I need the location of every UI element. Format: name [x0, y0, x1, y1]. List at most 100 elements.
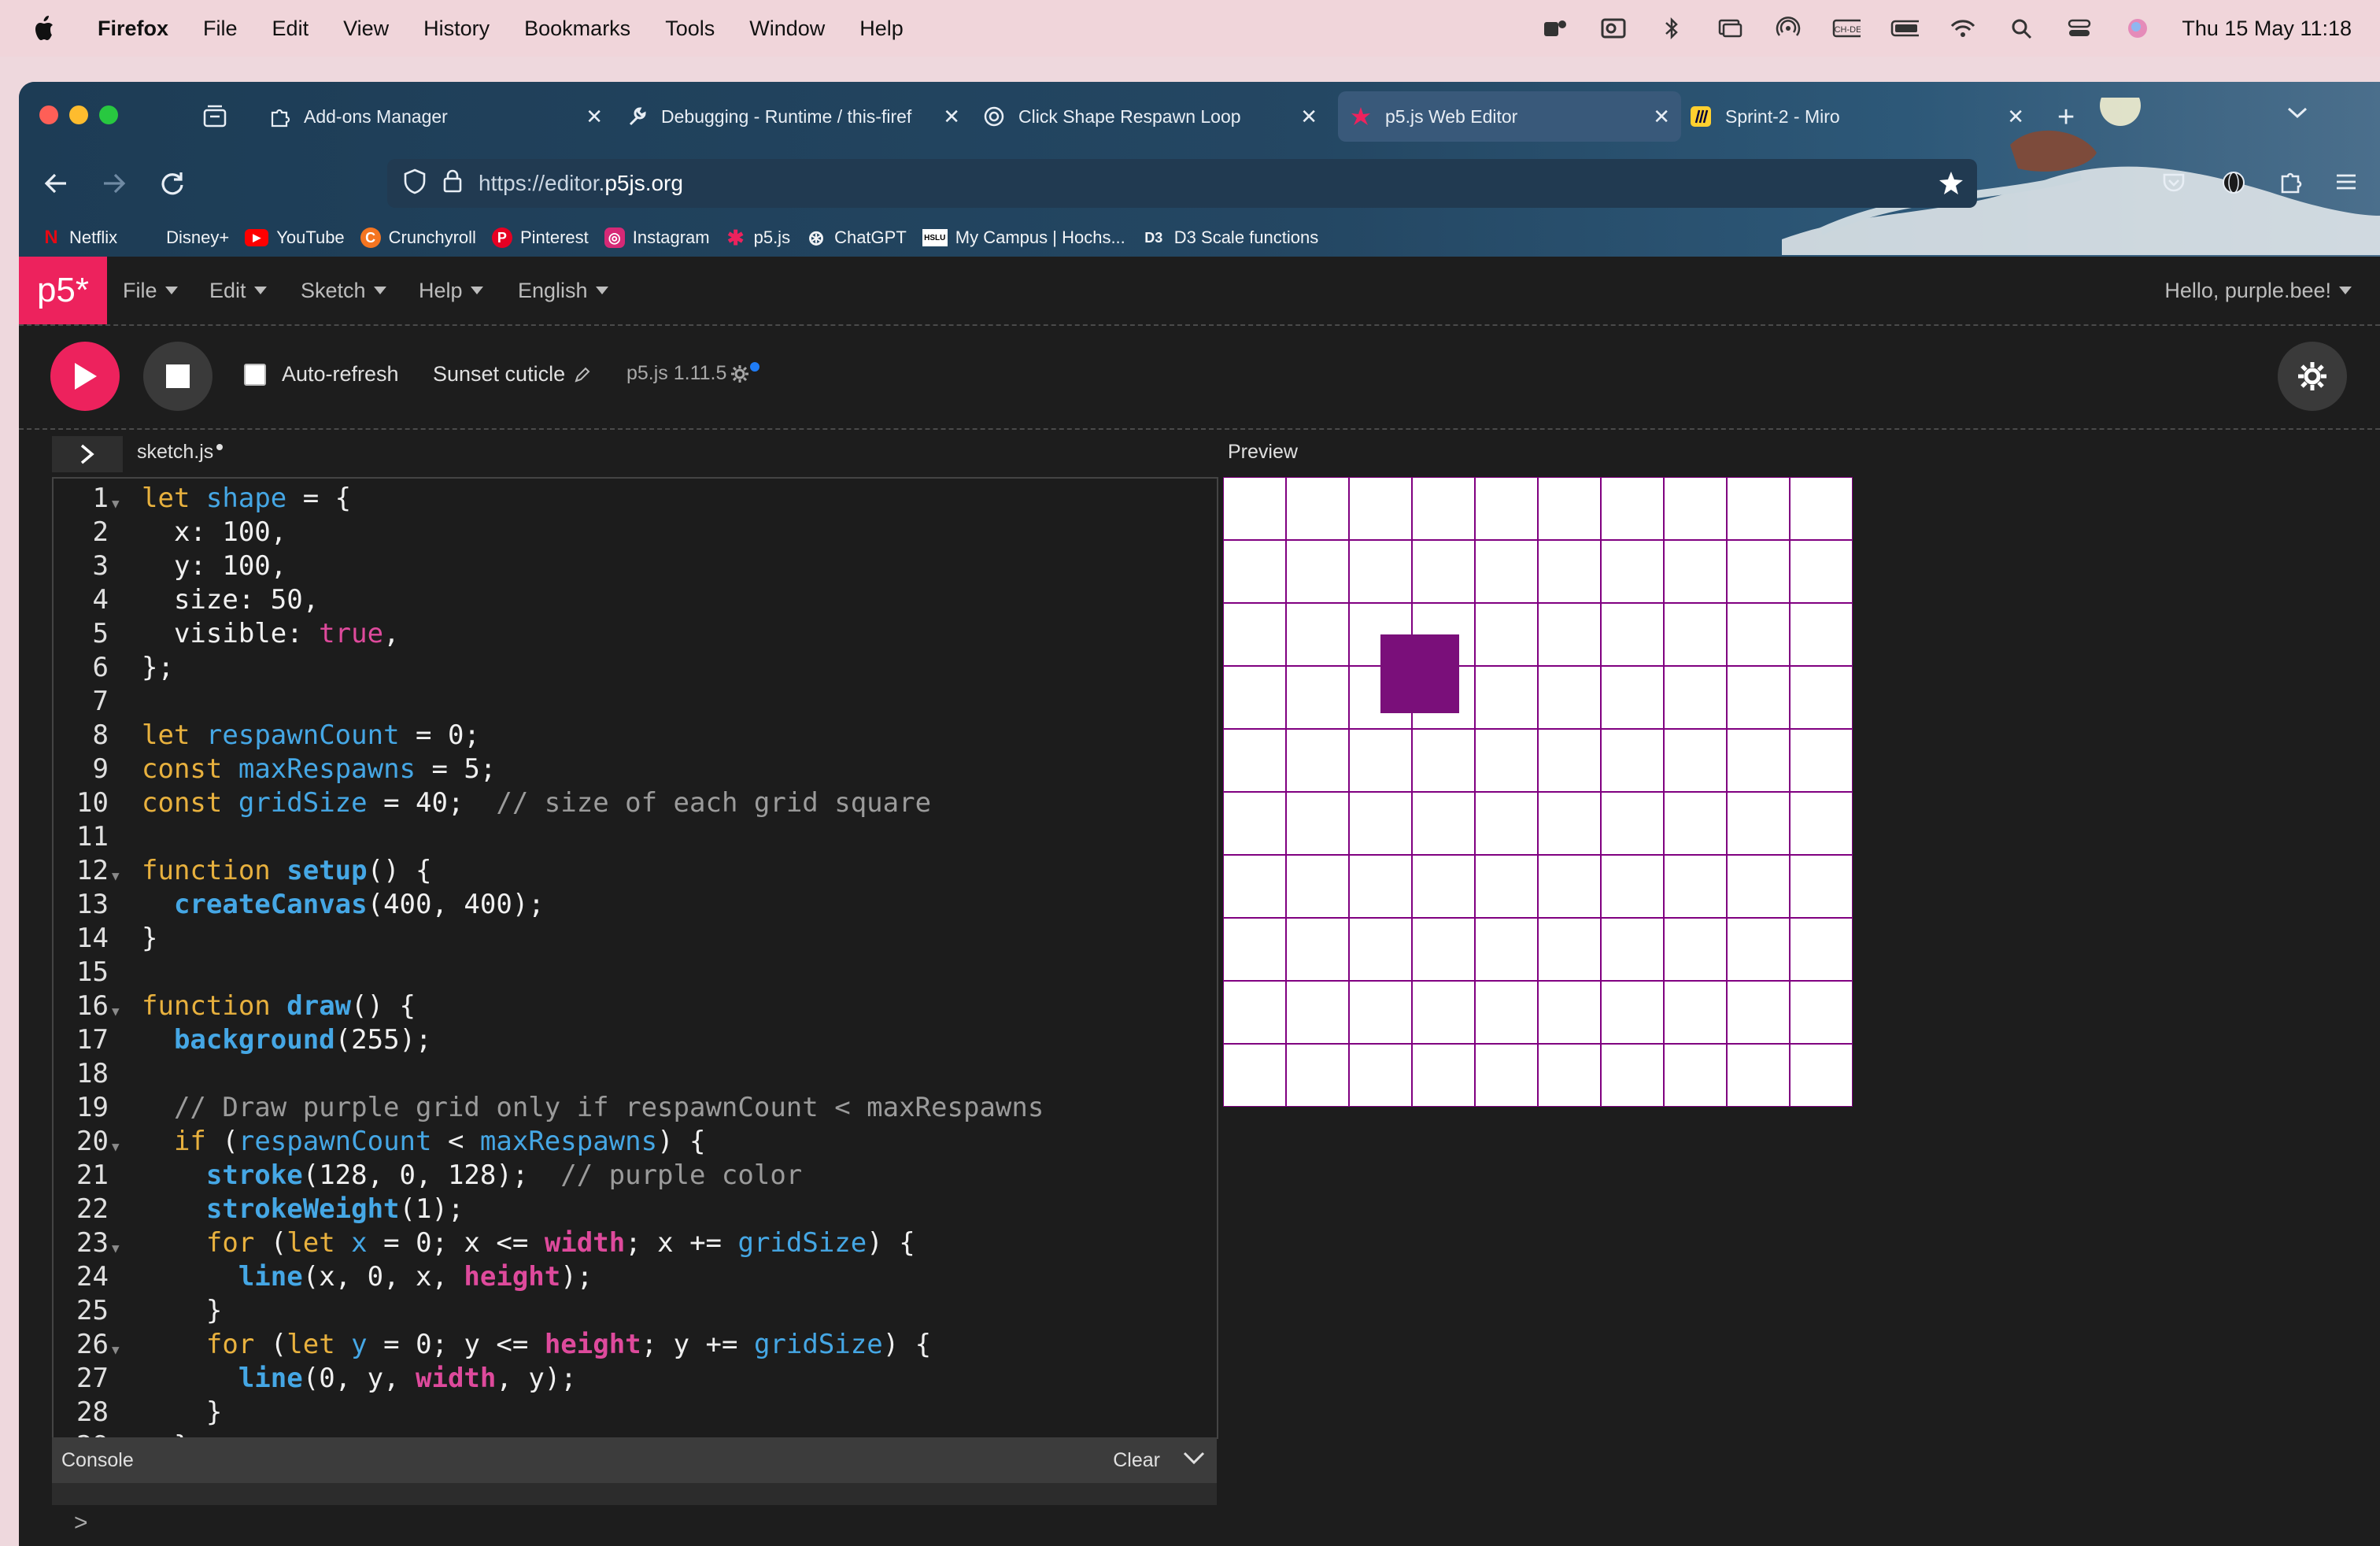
code-line[interactable]: 3 y: 100,: [54, 549, 1217, 583]
tab-sprint-miro[interactable]: Sprint-2 - Miro ✕: [1689, 91, 2035, 142]
sketch-name[interactable]: Sunset cuticle: [433, 362, 592, 386]
settings-button[interactable]: [2278, 342, 2347, 411]
stop-button[interactable]: [143, 342, 213, 411]
wifi-icon[interactable]: [1949, 16, 1977, 41]
outlook-icon[interactable]: [1599, 16, 1628, 41]
user-menu[interactable]: Hello, purple.bee!: [2164, 257, 2352, 324]
p5-logo[interactable]: p5*: [19, 257, 107, 324]
p5-menu-sketch[interactable]: Sketch: [301, 257, 386, 324]
sidebar-toggle-button[interactable]: [52, 436, 123, 472]
tab-close-icon[interactable]: ✕: [1300, 105, 1318, 129]
code-line[interactable]: 12 ▼ function setup() {: [54, 854, 1217, 888]
sketch-canvas[interactable]: [1222, 476, 1853, 1108]
code-line[interactable]: 6};: [54, 651, 1217, 685]
auto-refresh-checkbox[interactable]: [244, 363, 266, 386]
tab-overview-icon[interactable]: [201, 102, 228, 129]
code-line[interactable]: 8 let respawnCount = 0;: [54, 719, 1217, 753]
app-name[interactable]: Firefox: [98, 17, 168, 41]
airdrop-icon[interactable]: [1774, 16, 1802, 41]
code-line[interactable]: 26 ▼ for (let y = 0; y <= height; y += gr…: [54, 1328, 1217, 1362]
p5-menu-file[interactable]: File: [123, 257, 178, 324]
code-line[interactable]: 25 }: [54, 1294, 1217, 1328]
control-center-icon[interactable]: [2065, 16, 2094, 41]
back-arrow-icon[interactable]: [42, 170, 69, 201]
code-line[interactable]: 20 ▼ if (respawnCount < maxRespawns) {: [54, 1125, 1217, 1159]
code-line[interactable]: 28 }: [54, 1396, 1217, 1429]
code-line[interactable]: 17 background(255);: [54, 1023, 1217, 1057]
battery-icon[interactable]: [1890, 16, 1920, 41]
apple-icon[interactable]: [31, 13, 63, 44]
tab-close-icon[interactable]: ✕: [943, 105, 960, 129]
tab-list-chevron-icon[interactable]: [2286, 105, 2309, 125]
code-line[interactable]: 1 ▼ let shape = {: [54, 482, 1217, 516]
tab-p5js-web-editor[interactable]: p5.js Web Editor ✕: [1338, 91, 1681, 142]
menu-bookmarks[interactable]: Bookmarks: [524, 17, 630, 41]
menu-tools[interactable]: Tools: [665, 17, 715, 41]
bookmark-disney[interactable]: Disney+: [149, 227, 229, 248]
file-tab-sketch[interactable]: sketch.js: [137, 441, 224, 464]
bookmark-chatgpt[interactable]: ⊛ ChatGPT: [806, 226, 907, 250]
keyboard-icon[interactable]: CH-DE: [1832, 16, 1861, 41]
auto-refresh-toggle[interactable]: Auto-refresh: [244, 362, 399, 386]
bookmark-star-icon[interactable]: [1938, 170, 1964, 202]
tab-click-shape-respawn[interactable]: Click Shape Respawn Loop ✕: [982, 91, 1329, 142]
menu-view[interactable]: View: [343, 17, 389, 41]
bookmark-netflix[interactable]: N Netflix: [41, 227, 117, 248]
bookmark-my-campus[interactable]: HSLU My Campus | Hochs...: [922, 227, 1125, 248]
console-prompt[interactable]: >: [74, 1510, 88, 1537]
p5-version[interactable]: p5.js 1.11.5: [626, 361, 760, 385]
bookmark-youtube[interactable]: ▶ YouTube: [245, 227, 345, 248]
tab-close-icon[interactable]: ✕: [2007, 105, 2024, 129]
code-line[interactable]: 23 ▼ for (let x = 0; x <= width; x += gri…: [54, 1226, 1217, 1260]
tab-debugging-runtime[interactable]: Debugging - Runtime / this-firef ✕: [625, 91, 971, 142]
code-line[interactable]: 16 ▼ function draw() {: [54, 989, 1217, 1023]
bookmark-p5js[interactable]: ✱ p5.js: [726, 226, 790, 250]
purple-shape-square[interactable]: [1380, 634, 1459, 713]
code-line[interactable]: 11: [54, 820, 1217, 854]
vpn-globe-icon[interactable]: [2221, 170, 2246, 199]
code-line[interactable]: 22 strokeWeight(1);: [54, 1193, 1217, 1226]
code-line[interactable]: 13 createCanvas(400, 400);: [54, 888, 1217, 922]
pencil-icon[interactable]: [573, 365, 592, 384]
extensions-icon[interactable]: [2278, 168, 2304, 199]
bookmark-instagram[interactable]: ◎ Instagram: [604, 227, 710, 248]
code-line[interactable]: 9 const maxRespawns = 5;: [54, 753, 1217, 786]
chevron-down-icon[interactable]: [1182, 1450, 1206, 1473]
p5-menu-edit[interactable]: Edit: [209, 257, 267, 324]
code-editor[interactable]: 1 ▼ let shape = {2 x: 100, 3 y: 100, 4 size:…: [52, 477, 1218, 1439]
bluetooth-icon[interactable]: [1658, 16, 1686, 41]
code-line[interactable]: 18: [54, 1057, 1217, 1091]
gear-icon[interactable]: [730, 364, 750, 384]
code-line[interactable]: 27 line(0, y, width, y);: [54, 1362, 1217, 1396]
code-line[interactable]: 15: [54, 956, 1217, 989]
code-line[interactable]: 14}: [54, 922, 1217, 956]
code-line[interactable]: 21 stroke(128, 0, 128); // purple color: [54, 1159, 1217, 1193]
forward-arrow-icon[interactable]: [101, 170, 128, 201]
bookmark-crunchyroll[interactable]: C Crunchyroll: [360, 227, 476, 248]
menu-history[interactable]: History: [423, 17, 490, 41]
lock-icon[interactable]: [442, 168, 463, 199]
tab-addons-manager[interactable]: Add-ons Manager ✕: [268, 91, 614, 142]
shield-icon[interactable]: [403, 168, 427, 200]
code-line[interactable]: 24 line(x, 0, x, height);: [54, 1260, 1217, 1294]
code-line[interactable]: 10 const gridSize = 40; // size of each g…: [54, 786, 1217, 820]
teams-icon[interactable]: [1541, 16, 1569, 41]
p5-menu-help[interactable]: Help: [419, 257, 483, 324]
menu-help[interactable]: Help: [859, 17, 904, 41]
hamburger-menu-icon[interactable]: [2334, 170, 2358, 198]
console-clear-button[interactable]: Clear: [1113, 1449, 1160, 1472]
url-bar[interactable]: https://editor. p5js.org: [387, 159, 1977, 208]
bookmark-pinterest[interactable]: P Pinterest: [491, 227, 589, 248]
screen-mirroring-icon[interactable]: [1716, 16, 1744, 41]
reload-icon[interactable]: [159, 170, 186, 201]
tab-close-icon[interactable]: ✕: [1653, 105, 1670, 129]
tab-close-icon[interactable]: ✕: [586, 105, 603, 129]
search-icon[interactable]: [2007, 16, 2035, 41]
play-button[interactable]: [50, 342, 120, 411]
menu-edit[interactable]: Edit: [272, 17, 309, 41]
new-tab-plus-icon[interactable]: +: [2057, 101, 2075, 135]
code-line[interactable]: 5 visible: true,: [54, 617, 1217, 651]
code-line[interactable]: 19 // Draw purple grid only if respawnCo…: [54, 1091, 1217, 1125]
siri-icon[interactable]: [2123, 16, 2152, 41]
menu-file[interactable]: File: [203, 17, 238, 41]
